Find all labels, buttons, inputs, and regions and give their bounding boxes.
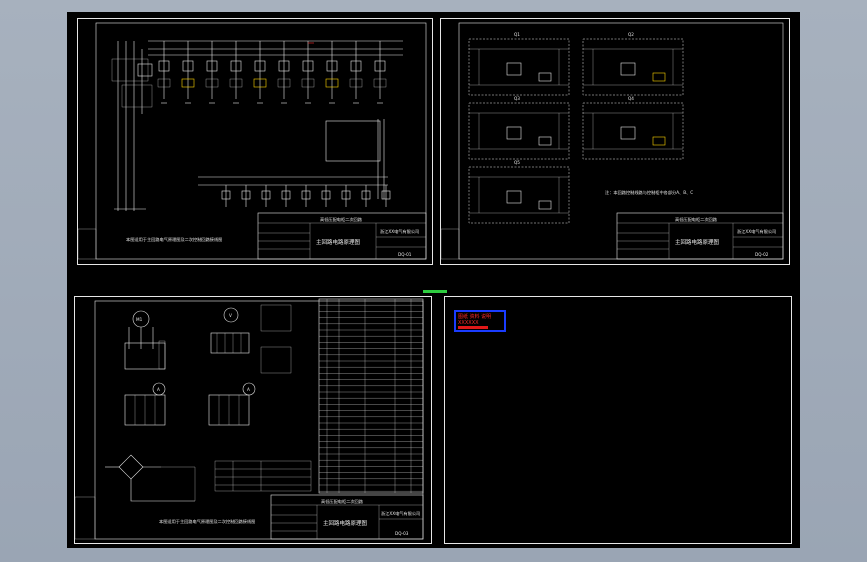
sheet2-company: 浙江XX电气有限公司 <box>737 228 776 235</box>
sheet2-project: 高低压配电柜二次回路 <box>675 216 718 223</box>
sheet3-drawing-no: DQ-03 <box>395 531 409 536</box>
control-panel[interactable]: Q3 <box>468 96 570 160</box>
panel-label: Q3 <box>514 96 520 101</box>
stamp-block[interactable]: 图纸 资料 说明 XXXXXX <box>454 310 506 332</box>
panel-border <box>468 38 570 96</box>
sheet2-title: 主回路电路原理图 <box>675 238 720 246</box>
sheet2-drawing-no: DQ-02 <box>755 252 769 257</box>
stamp-fill <box>458 326 488 329</box>
meter-label-volt: V <box>229 313 232 318</box>
sheet3-company: 浙江XX电气有限公司 <box>381 510 420 517</box>
sheet1-project: 高低压配电柜二次回路 <box>320 216 363 223</box>
panel-border <box>468 102 570 160</box>
panel-label: Q1 <box>514 32 520 37</box>
sheet-metering[interactable]: M1 V A A 高低压配电柜二次回路 主回路电路原理图 浙江XX电气有限公司 … <box>74 296 432 544</box>
relay-coil <box>620 62 636 76</box>
panel-border <box>582 38 684 96</box>
panel-border <box>582 102 684 160</box>
meter-label-amp-1: A <box>157 387 160 392</box>
control-panel[interactable]: Q4 <box>582 96 684 160</box>
schematic-control-panels: Q1 Q2 Q3 Q4 Q5 注：本回路控制线路与控制柜中各部分A、B、C 高低压配电柜… <box>441 22 784 260</box>
sheet2-note: 注：本回路控制线路与控制柜中各部分A、B、C <box>605 189 693 196</box>
panel-label: Q5 <box>514 160 520 165</box>
meter-label-amp-2: A <box>247 387 250 392</box>
sheet3-title: 主回路电路原理图 <box>323 519 368 527</box>
schematic-main-circuit: 高低压配电柜二次回路 主回路电路原理图 浙江XX电气有限公司 DQ-01 本图适… <box>78 22 427 260</box>
sheet-blank[interactable]: 图纸 资料 说明 XXXXXX <box>444 296 792 544</box>
control-panel[interactable]: Q2 <box>582 32 684 96</box>
sheet-control-panels[interactable]: Q1 Q2 Q3 Q4 Q5 注：本回路控制线路与控制柜中各部分A、B、C 高低压配电柜… <box>440 18 790 265</box>
stamp-line-1: 图纸 资料 说明 <box>458 314 492 320</box>
drawing-canvas[interactable]: 高低压配电柜二次回路 主回路电路原理图 浙江XX电气有限公司 DQ-01 本图适… <box>67 12 800 548</box>
indicator-lamp <box>538 136 552 146</box>
relay-coil <box>506 190 522 204</box>
indicator-lamp <box>652 72 666 82</box>
sheet3-note: 本图适用于主回路电气原理图及二次控制回路接线图 <box>159 518 255 525</box>
indicator-lamp <box>652 136 666 146</box>
sheet-main-circuit[interactable]: 高低压配电柜二次回路 主回路电路原理图 浙江XX电气有限公司 DQ-01 本图适… <box>77 18 433 265</box>
sheet1-note: 本图适用于主回路电气原理图及二次控制回路接线图 <box>126 236 222 243</box>
panel-label: Q2 <box>628 32 634 37</box>
panel-border <box>468 166 570 224</box>
sheet1-drawing-no: DQ-01 <box>398 252 412 257</box>
indicator-lamp <box>538 72 552 82</box>
sheet3-project: 高低压配电柜二次回路 <box>321 498 364 505</box>
control-panel[interactable]: Q5 <box>468 160 570 224</box>
meter-label-motor: M1 <box>136 317 143 322</box>
panel-label: Q4 <box>628 96 634 101</box>
control-panel[interactable]: Q1 <box>468 32 570 96</box>
relay-coil <box>620 126 636 140</box>
relay-coil <box>506 126 522 140</box>
relay-coil <box>506 62 522 76</box>
indicator-lamp <box>538 200 552 210</box>
sheet-separator-marker <box>423 290 447 293</box>
bom-table <box>318 298 424 494</box>
schematic-metering: M1 V A A 高低压配电柜二次回路 主回路电路原理图 浙江XX电气有限公司 … <box>75 298 424 540</box>
sheet1-company: 浙江XX电气有限公司 <box>380 228 419 235</box>
sheet1-title: 主回路电路原理图 <box>316 238 361 246</box>
